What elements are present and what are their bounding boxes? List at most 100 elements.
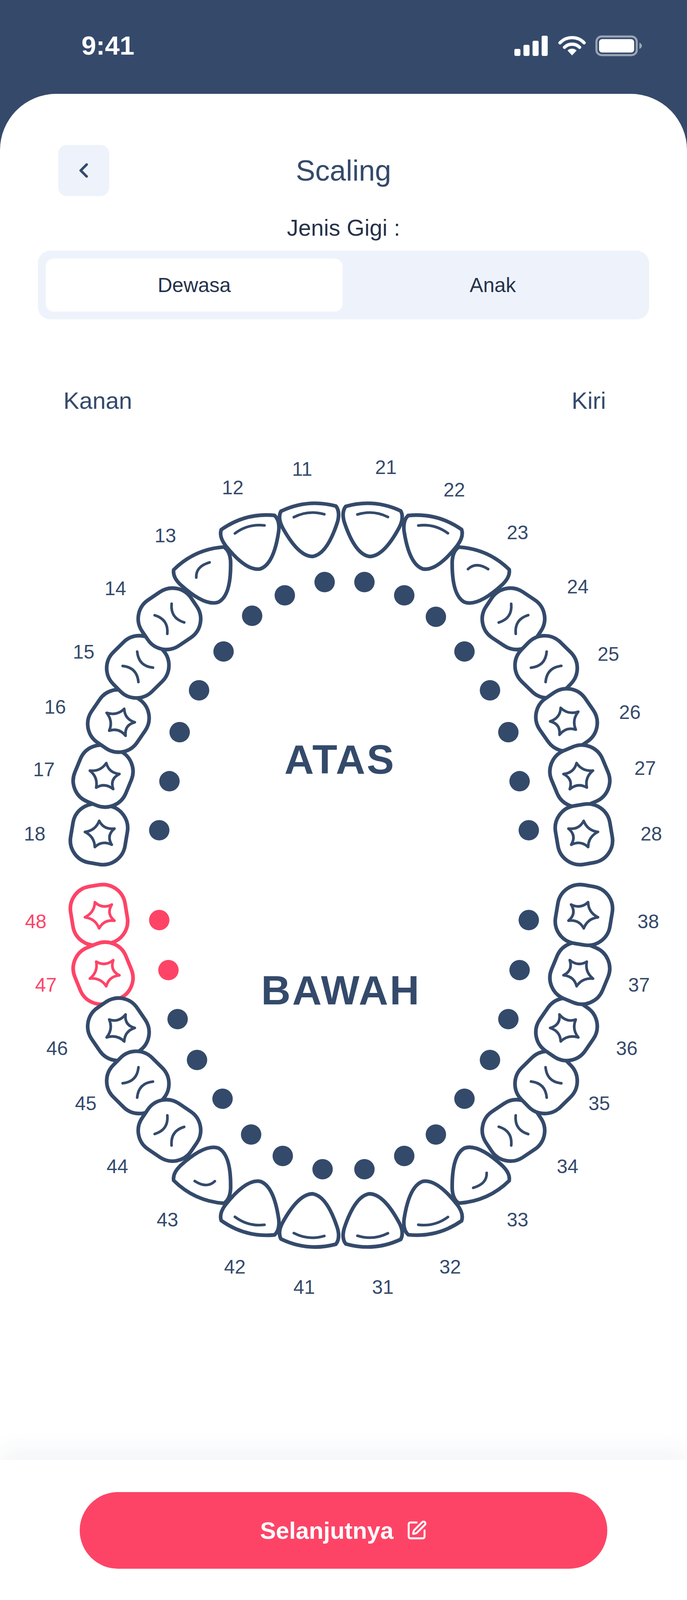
tooth-number: 24	[566, 575, 589, 598]
tooth[interactable]: 38	[518, 880, 660, 949]
tooth-dot	[394, 1145, 415, 1166]
tooth-dot	[186, 1049, 207, 1070]
battery-icon	[595, 35, 643, 57]
tooth-icon	[339, 500, 404, 559]
tooth-type-tabs: DewasaAnak	[37, 250, 650, 320]
right-side-label: Kanan	[63, 386, 133, 415]
tooth[interactable]: 18	[23, 800, 170, 868]
tooth[interactable]: 35	[479, 1041, 610, 1123]
tooth-dot	[241, 605, 263, 626]
next-button[interactable]: Selanjutnya	[79, 1491, 608, 1569]
dental-chart: ATASBAWAH1817161514131211212223242526272…	[0, 433, 687, 1323]
tooth-icon	[278, 1190, 343, 1250]
status-time: 9:41	[81, 29, 135, 63]
tooth-number: 17	[33, 758, 55, 780]
tooth-number: 31	[372, 1275, 394, 1298]
tooth-number: 32	[439, 1255, 462, 1278]
tooth-number: 11	[291, 458, 313, 480]
tooth-dot	[272, 1145, 293, 1166]
side-labels: KananKiri	[0, 386, 687, 415]
edit-icon	[406, 1519, 428, 1541]
header: Scaling	[0, 144, 687, 196]
tooth-dot	[213, 641, 234, 662]
status-bar: 9:41	[0, 0, 687, 94]
tooth[interactable]: 21	[339, 456, 404, 593]
lower-jaw-label: BAWAH	[261, 967, 421, 1013]
app-screen: 9:41 Scaling Jenis Gigi : DewasaAnak KananKi…	[0, 0, 687, 1600]
tooth-number: 27	[634, 757, 656, 779]
tooth[interactable]: 11	[278, 458, 343, 592]
tooth-type-tab[interactable]: Dewasa	[45, 258, 343, 312]
tooth-number: 47	[35, 973, 57, 996]
tooth-dot	[518, 819, 540, 840]
upper-jaw-label: ATAS	[284, 736, 396, 783]
tooth-dot	[479, 679, 500, 701]
tooth-dot	[498, 721, 519, 743]
tooth[interactable]: 48	[25, 881, 170, 949]
wifi-icon	[556, 35, 588, 57]
tooth-number: 23	[506, 521, 529, 543]
tooth-dot	[167, 1008, 188, 1029]
tooth-number: 33	[506, 1208, 529, 1230]
tooth[interactable]: 46	[46, 989, 188, 1070]
tooth-number: 14	[104, 577, 126, 599]
tooth-dot	[425, 606, 447, 627]
tooth-number: 48	[25, 910, 47, 932]
tooth[interactable]: 28	[518, 800, 663, 868]
bottom-bar: Selanjutnya	[0, 1459, 687, 1600]
tooth-dot	[454, 641, 475, 662]
tooth-icon	[278, 500, 343, 560]
tooth-dot	[188, 679, 210, 701]
tooth-number: 35	[588, 1092, 610, 1114]
tooth[interactable]: 37	[509, 934, 651, 1011]
tooth[interactable]: 41	[278, 1158, 343, 1298]
tooth-dot	[354, 1158, 375, 1179]
tooth-dot	[314, 571, 335, 592]
tooth-icon	[542, 738, 617, 814]
content-card: Scaling Jenis Gigi : DewasaAnak KananKiri AT…	[0, 93, 687, 1600]
tooth-icon	[66, 881, 131, 949]
tooth-number: 21	[375, 456, 397, 478]
tooth-icon	[339, 1190, 404, 1249]
tooth[interactable]: 12	[217, 476, 296, 606]
tooth[interactable]: 42	[217, 1145, 293, 1278]
tooth-dot	[212, 1088, 233, 1109]
page-title: Scaling	[295, 152, 392, 189]
tooth-number: 13	[154, 524, 177, 547]
tooth-dot	[498, 1008, 519, 1029]
tooth-number: 38	[637, 910, 659, 932]
tooth-number: 37	[628, 973, 651, 996]
tooth-number: 15	[73, 640, 95, 663]
tooth-dot	[354, 571, 375, 592]
tooth-icon	[66, 800, 132, 868]
tooth-dot	[425, 1123, 447, 1145]
tooth-dot	[148, 819, 170, 840]
tooth-number: 28	[640, 822, 662, 845]
tooth-number: 42	[224, 1255, 246, 1278]
tooth-dot	[509, 770, 530, 791]
tooth-type-label: Jenis Gigi :	[286, 213, 400, 242]
dental-chart-drawing: ATASBAWAH1817161514131211212223242526272…	[0, 433, 687, 1323]
tooth-dot	[169, 721, 190, 743]
tooth-number: 43	[156, 1208, 179, 1230]
tooth-dot	[312, 1158, 333, 1179]
tooth-dot	[158, 959, 179, 980]
chevron-left-icon	[71, 158, 96, 183]
tooth-number: 16	[44, 695, 67, 718]
signal-icon	[514, 35, 549, 56]
tooth-dot	[479, 1049, 500, 1070]
tooth[interactable]: 16	[44, 680, 190, 761]
tooth-dot	[518, 909, 540, 930]
tooth-icon	[542, 934, 617, 1011]
back-button[interactable]	[58, 144, 110, 196]
tooth-dot	[274, 584, 296, 606]
tooth-number: 41	[293, 1275, 315, 1298]
tooth[interactable]: 31	[339, 1158, 404, 1298]
tooth-number: 12	[221, 476, 244, 499]
tooth-dot	[454, 1088, 475, 1109]
tooth-number: 22	[443, 478, 466, 501]
tooth-type-tab[interactable]: Anak	[344, 258, 642, 312]
tooth-dot	[148, 909, 170, 930]
tooth-number: 36	[616, 1037, 638, 1059]
tooth-number: 34	[556, 1155, 579, 1177]
